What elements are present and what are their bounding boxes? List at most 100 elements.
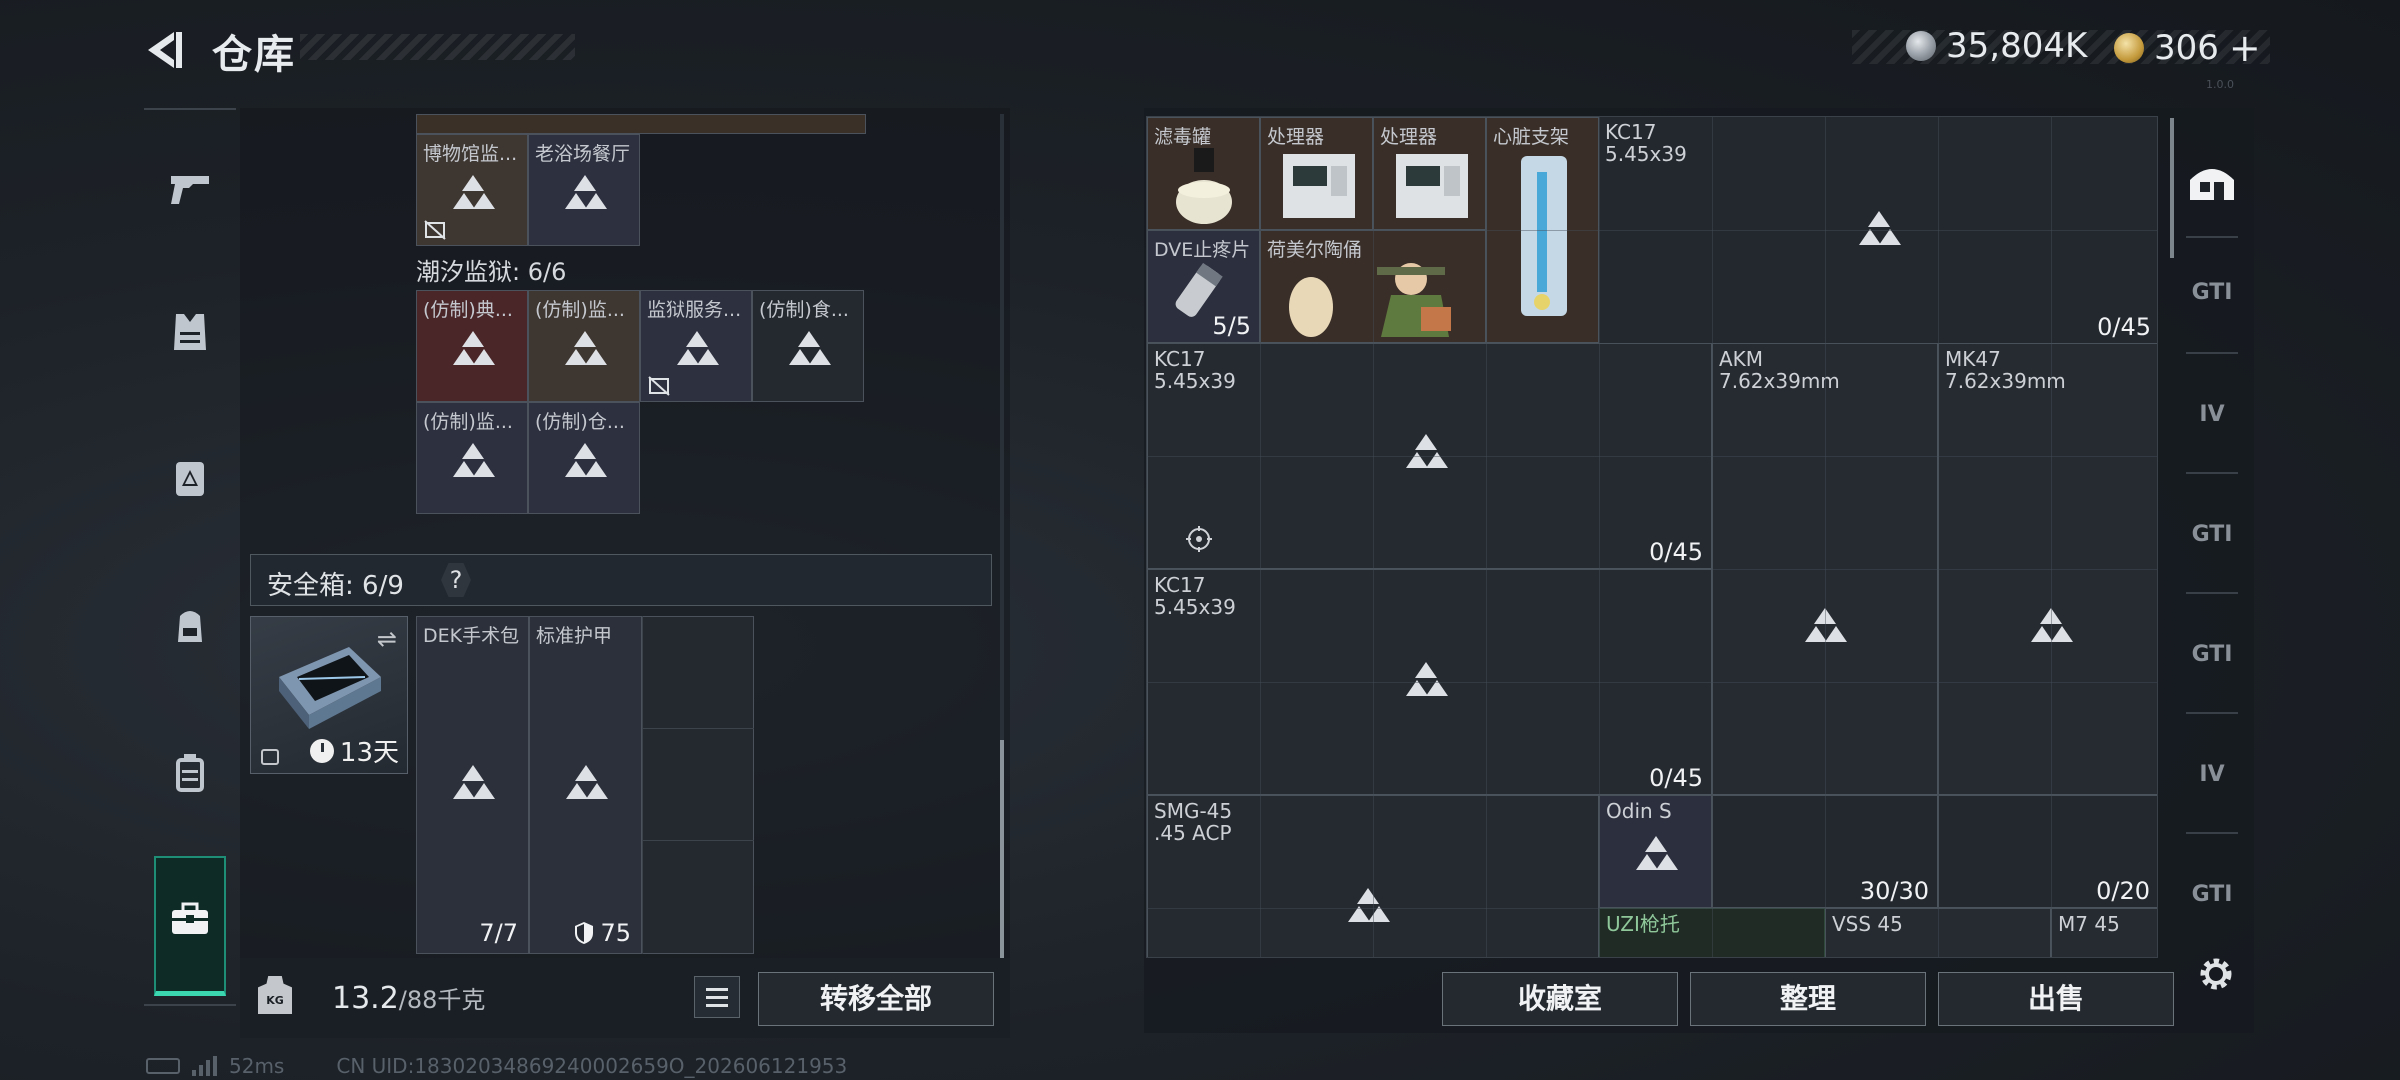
gold-coin-icon <box>2114 33 2144 63</box>
stash-scrollbar[interactable] <box>2170 118 2174 258</box>
clock-icon <box>309 738 334 763</box>
no-insurance-icon <box>648 376 670 396</box>
chest-rig-icon[interactable] <box>166 454 214 502</box>
item-placeholder-icon <box>453 443 495 477</box>
list-view-button[interactable] <box>694 976 740 1018</box>
item-placeholder-icon <box>565 443 607 477</box>
item-placeholder-icon <box>1406 662 1448 696</box>
safe-slot-item[interactable]: 标准护甲 75 <box>529 616 642 954</box>
container-item[interactable]: (仿制)食... <box>752 290 864 402</box>
item-placeholder-icon <box>1859 211 1901 245</box>
item-placeholder-icon <box>453 175 495 209</box>
item-placeholder-icon <box>566 765 608 799</box>
tab-stash-4[interactable]: GTI <box>2180 626 2244 682</box>
item-placeholder-icon <box>1805 608 1847 642</box>
transfer-all-button[interactable]: 转移全部 <box>758 972 994 1026</box>
backpack-icon[interactable] <box>166 602 214 650</box>
clipped-item-row <box>416 114 866 134</box>
crosshair-icon <box>1186 526 1212 552</box>
stash-tabs: GTI IV GTI GTI IV GTI <box>2180 140 2250 960</box>
gas-canister-image <box>1176 148 1232 224</box>
weapon-slot[interactable]: SMG-45 .45 ACP <box>1147 795 1599 957</box>
stash-grid: 滤毒罐 处理器 处理器 心脏支架 DVE止疼片 5/5 荷美尔陶俑 KC17 5… <box>1146 116 2158 958</box>
status-bar: 52ms CN UID:18302034869240002659O_202606… <box>146 1054 847 1078</box>
weapon-slot[interactable]: M7 45 <box>2051 908 2157 957</box>
safe-case-image <box>279 647 381 729</box>
tab-stash-2[interactable]: IV <box>2180 386 2244 442</box>
safe-box-item[interactable]: ⇌ 13天 <box>250 616 408 774</box>
heart-stent-image <box>1521 156 1567 316</box>
tab-stash-1[interactable]: GTI <box>2180 264 2244 320</box>
container-item[interactable]: (仿制)监... <box>416 402 528 514</box>
container-item[interactable]: 监狱服务... <box>640 290 752 402</box>
stash-item[interactable]: 滤毒罐 <box>1147 117 1260 230</box>
weapon-slot[interactable]: AKM 7.62x39mm <box>1712 343 1938 795</box>
stash-item[interactable]: 心脏支架 <box>1486 117 1599 343</box>
sort-button[interactable]: 整理 <box>1690 972 1926 1026</box>
item-placeholder-icon <box>1348 888 1390 922</box>
item-placeholder-icon <box>1406 434 1448 468</box>
title-decoration <box>300 34 575 60</box>
safe-slot-item[interactable]: DEK手术包 7/7 <box>416 616 529 954</box>
back-button[interactable] <box>140 26 188 74</box>
silver-currency: 35,804K <box>1906 26 2087 66</box>
page-title: 仓库 <box>212 32 296 78</box>
container-item[interactable]: (仿制)仓... <box>528 402 640 514</box>
tab-stash-5[interactable]: IV <box>2180 746 2244 802</box>
container-icon[interactable] <box>166 748 214 796</box>
tab-stash-6[interactable]: GTI <box>2180 866 2244 922</box>
stash-item-slot[interactable]: KC17 5.45x39 0/45 <box>1599 117 2157 343</box>
weapon-slot[interactable]: 30/30 <box>1712 795 1938 908</box>
no-insurance-icon <box>424 220 446 240</box>
armor-icon[interactable] <box>166 308 214 356</box>
swap-icon[interactable]: ⇌ <box>377 625 397 653</box>
weapon-slot[interactable]: 0/20 <box>1938 795 2157 908</box>
item-placeholder-icon <box>789 331 831 365</box>
item-placeholder-icon <box>565 175 607 209</box>
item-placeholder-icon <box>677 331 719 365</box>
left-category-nav <box>144 108 236 1008</box>
signal-icon <box>192 1056 217 1076</box>
container-item[interactable]: 博物馆监... <box>416 134 528 246</box>
back-arrow-icon <box>148 32 182 68</box>
processor-image <box>1283 154 1355 218</box>
item-placeholder-icon <box>453 765 495 799</box>
stash-item[interactable]: 荷美尔陶俑 <box>1260 230 1486 343</box>
weapon-slot[interactable]: MK47 7.62x39mm <box>1938 343 2157 795</box>
tab-stash-3[interactable]: GTI <box>2180 506 2244 562</box>
stash-item[interactable]: DVE止疼片 5/5 <box>1147 230 1260 343</box>
safe-box-header: 安全箱: 6/9 ? <box>250 554 992 606</box>
weapon-slot[interactable]: Odin S <box>1599 795 1712 908</box>
sell-button[interactable]: 出售 <box>1938 972 2174 1026</box>
inventory-scroll-thumb[interactable] <box>1000 740 1004 962</box>
figurine-image <box>1289 263 1451 337</box>
silver-coin-icon <box>1906 31 1936 61</box>
weapon-slot[interactable]: KC17 5.45x39 0/45 <box>1147 343 1712 569</box>
armor-durability-icon <box>575 922 594 944</box>
expiry-days: 13天 <box>309 732 399 769</box>
version-label: 1.0.0 <box>2206 78 2234 91</box>
settings-gear-icon[interactable] <box>2196 954 2236 994</box>
gold-currency[interactable]: 306 + <box>2114 26 2261 70</box>
container-item[interactable]: (仿制)典... <box>416 290 528 402</box>
lock-icon <box>261 749 279 765</box>
stash-item[interactable]: 处理器 <box>1260 117 1373 230</box>
weapon-slot[interactable]: VSS 45 <box>1825 908 2051 957</box>
weapon-slot[interactable]: KC17 5.45x39 0/45 <box>1147 569 1712 795</box>
item-placeholder-icon <box>565 331 607 365</box>
item-placeholder-icon <box>1636 836 1678 870</box>
item-placeholder-icon <box>2031 608 2073 642</box>
collection-room-button[interactable]: 收藏室 <box>1442 972 1678 1026</box>
prison-section-label: 潮汐监狱: 6/6 <box>416 258 567 286</box>
processor-image <box>1396 154 1468 218</box>
battery-icon <box>146 1058 180 1074</box>
item-placeholder-icon <box>453 331 495 365</box>
container-item[interactable]: (仿制)监... <box>528 290 640 402</box>
stash-item[interactable]: 处理器 <box>1373 117 1486 230</box>
container-item[interactable]: 老浴场餐厅 <box>528 134 640 246</box>
help-icon[interactable]: ? <box>441 563 471 597</box>
weapon-slot[interactable]: UZI枪托 <box>1599 908 1825 957</box>
add-currency-icon[interactable]: + <box>2229 26 2261 70</box>
weapon-icon[interactable] <box>166 164 214 212</box>
safe-box-icon[interactable] <box>166 894 214 942</box>
